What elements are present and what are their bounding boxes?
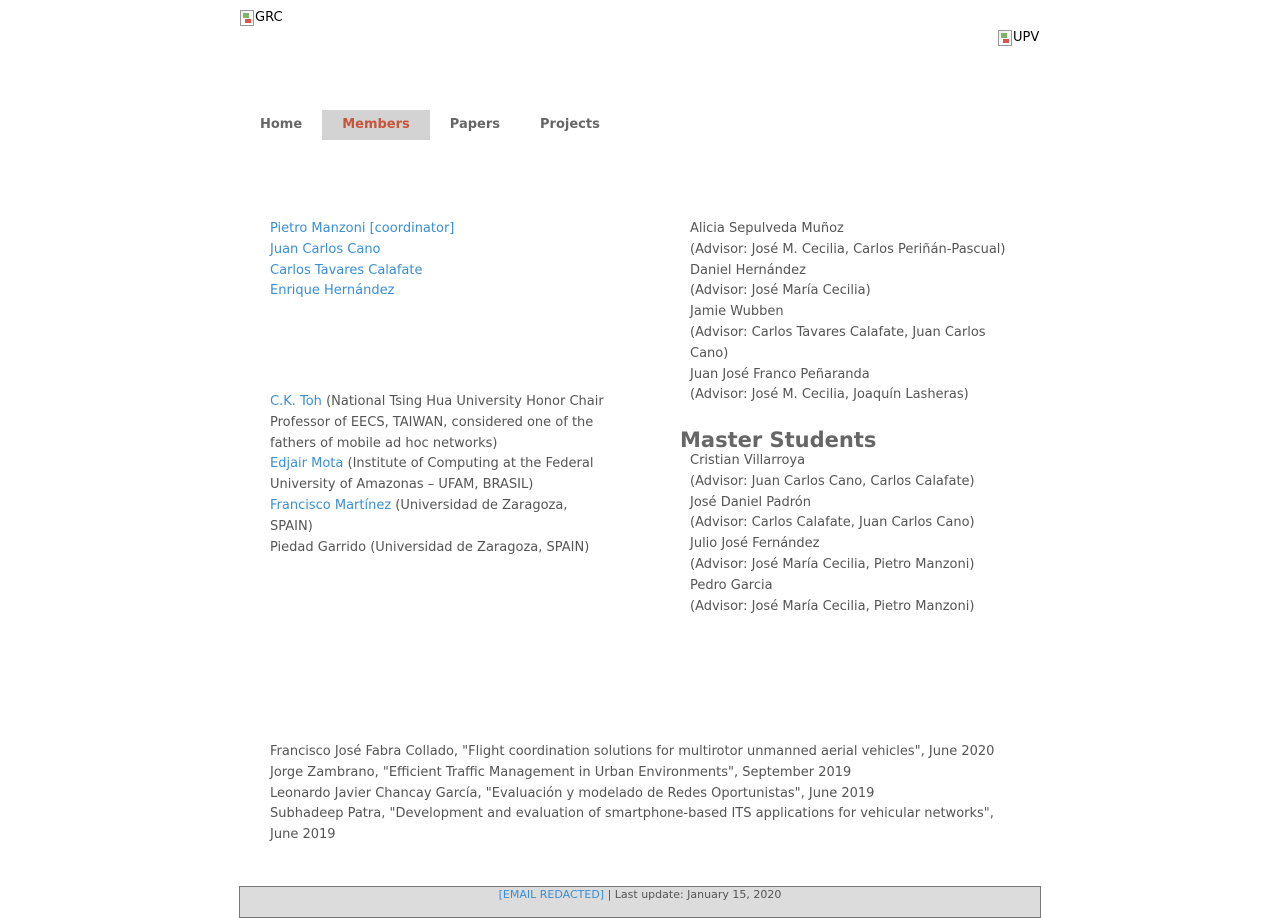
student-name: José Daniel Padrón <box>690 494 811 510</box>
collaborator-link-toh[interactable]: C.K. Toh <box>270 394 322 409</box>
student-advisor: (Advisor: Carlos Tavares Calafate, Juan … <box>690 324 986 361</box>
thesis-item: Leonardo Javier Chancay García, "Evaluac… <box>270 785 875 801</box>
student-advisor: (Advisor: Juan Carlos Cano, Carlos Calaf… <box>690 473 975 489</box>
thesis-item: Jorge Zambrano, "Efficient Traffic Manag… <box>270 764 852 780</box>
student-name: Jamie Wubben <box>690 304 784 320</box>
collaborators-list: C.K. Toh (National Tsing Hua University … <box>270 392 605 558</box>
collaborator-item: Edjair Mota (Institute of Computing at t… <box>270 454 605 496</box>
student-name: Alicia Sepulveda Muñoz <box>690 221 844 236</box>
grc-logo: GRC <box>240 10 283 26</box>
grc-logo-alt: GRC <box>255 10 283 25</box>
student-advisor: (Advisor: José María Cecilia, Pietro Man… <box>690 556 975 572</box>
student-advisor: (Advisor: José María Cecilia, Pietro Man… <box>690 598 975 614</box>
thesis-item: Subhadeep Patra, "Development and evalua… <box>270 806 994 843</box>
student-name: Julio José Fernández <box>690 536 820 552</box>
master-students-heading: Master Students <box>680 428 877 452</box>
collaborator-link-mota[interactable]: Edjair Mota <box>270 456 343 471</box>
student-advisor: (Advisor: Carlos Calafate, Juan Carlos C… <box>690 515 975 531</box>
nav-members[interactable]: Members <box>322 110 430 140</box>
member-link-cano[interactable]: Juan Carlos Cano <box>270 242 381 257</box>
thesis-item: Francisco José Fabra Collado, "Flight co… <box>270 744 995 759</box>
collaborator-link-martinez[interactable]: Francisco Martínez <box>270 498 391 513</box>
phd-students-list: Alicia Sepulveda Muñoz (Advisor: José M.… <box>690 219 1015 406</box>
staff-list: Pietro Manzoni [coordinator] Juan Carlos… <box>270 219 600 302</box>
main-nav: Home Members Papers Projects <box>240 110 620 140</box>
member-link-hernandez[interactable]: Enrique Hernández <box>270 283 394 298</box>
student-advisor: (Advisor: José M. Cecilia, Joaquín Lashe… <box>690 387 969 403</box>
student-advisor: (Advisor: José María Cecilia) <box>690 283 871 299</box>
student-name: Pedro Garcia <box>690 577 773 593</box>
student-name: Daniel Hernández <box>690 262 806 278</box>
member-link-manzoni[interactable]: Pietro Manzoni [coordinator] <box>270 221 454 236</box>
nav-papers[interactable]: Papers <box>430 110 520 140</box>
collaborator-item: Francisco Martínez (Universidad de Zarag… <box>270 496 605 538</box>
nav-projects[interactable]: Projects <box>520 110 620 140</box>
student-name: Juan José Franco Peñaranda <box>690 366 870 382</box>
upv-logo-alt: UPV <box>1013 30 1040 45</box>
collaborator-item: C.K. Toh (National Tsing Hua University … <box>270 392 605 454</box>
footer-email-link[interactable]: [EMAIL REDACTED] <box>499 888 604 901</box>
student-name: Cristian Villarroya <box>690 453 806 468</box>
nav-home[interactable]: Home <box>240 110 322 140</box>
broken-image-icon <box>998 30 1012 46</box>
footer-last-update: | Last update: January 15, 2020 <box>604 888 782 901</box>
footer: [EMAIL REDACTED] | Last update: January … <box>239 886 1041 918</box>
master-students-list: Cristian Villarroya (Advisor: Juan Carlo… <box>690 451 1020 617</box>
upv-logo: UPV <box>998 30 1039 46</box>
member-link-calafate[interactable]: Carlos Tavares Calafate <box>270 263 423 278</box>
theses-list: Francisco José Fabra Collado, "Flight co… <box>270 742 1010 846</box>
student-advisor: (Advisor: José M. Cecilia, Carlos Periñá… <box>690 241 1006 257</box>
collaborator-item: Piedad Garrido (Universidad de Zaragoza,… <box>270 539 590 555</box>
broken-image-icon <box>240 10 254 26</box>
